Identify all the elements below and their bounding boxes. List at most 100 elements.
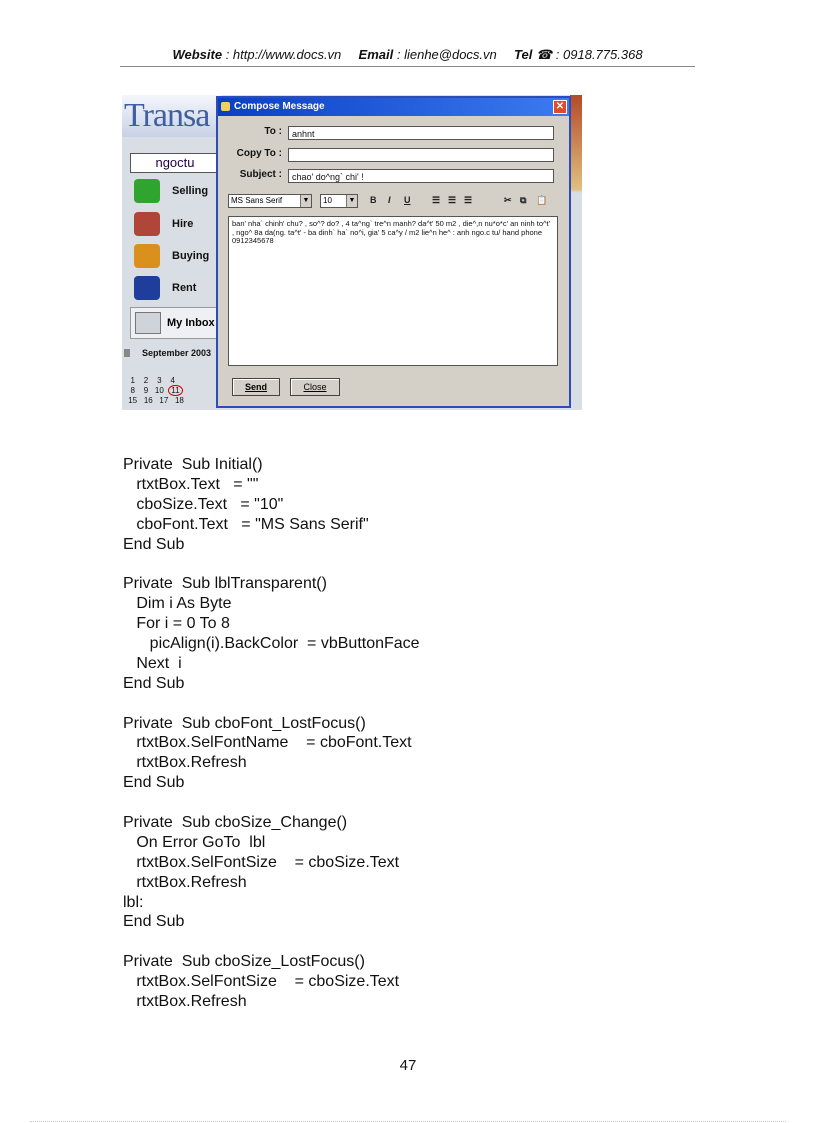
cut-icon[interactable]: ✂ [504, 195, 512, 206]
banner-text: Transa [124, 97, 210, 134]
website-label: Website [172, 47, 223, 62]
calendar-day-today[interactable]: 11 [168, 385, 183, 396]
paste-icon[interactable]: 📋 [536, 195, 547, 206]
calendar-day[interactable]: 15 [128, 396, 137, 405]
phone-icon: ☎ [535, 47, 553, 62]
subject-field[interactable]: chao' do^ng` chi' ! [288, 169, 554, 183]
format-toolbar: MS Sans Serif ▼ 10 ▼ B I U ☰ ☰ ☰ ✂ ⧉ 📋 [228, 194, 558, 210]
copy-to-label: Copy To : [236, 148, 282, 159]
send-button[interactable]: Send [232, 378, 280, 396]
footer-divider [30, 1121, 786, 1122]
code-line: Next i [123, 654, 182, 672]
nav-selling-label: Selling [172, 185, 209, 197]
tel-label: Tel [514, 47, 533, 62]
app-screenshot: Transa ngoctu Selling Hire Buying Rent M… [122, 95, 582, 410]
tel-value: : 0918.775.368 [555, 47, 643, 62]
code-line: Private Sub cboSize_LostFocus() [123, 953, 365, 971]
to-field[interactable]: anhnt [288, 126, 554, 140]
people-icon [134, 244, 160, 268]
compose-dialog: Compose Message ✕ To : anhnt Copy To : S… [216, 96, 571, 408]
calendar-day[interactable]: 1 [130, 376, 134, 385]
app-background-edge [570, 95, 582, 410]
align-right-icon[interactable]: ☰ [464, 195, 472, 206]
code-line: Private Sub Initial() [123, 456, 263, 473]
code-line: End Sub [123, 774, 185, 792]
calendar-day[interactable]: 10 [155, 386, 164, 395]
close-button[interactable]: Close [290, 378, 340, 396]
book-icon [134, 276, 160, 300]
code-line: On Error GoTo lbl [123, 833, 266, 851]
code-line: rtxtBox.Text = "" [123, 475, 259, 493]
website-value: : http://www.docs.vn [225, 47, 342, 62]
bold-button[interactable]: B [370, 195, 377, 205]
code-listing: Private Sub Initial() rtxtBox.Text = "" … [123, 455, 683, 1012]
code-line: cboSize.Text = "10" [123, 495, 284, 513]
calendar-day[interactable]: 2 [144, 376, 148, 385]
nav-hire[interactable]: Hire [132, 210, 220, 240]
page-header: Website : http://www.docs.vn Email : lie… [120, 46, 695, 67]
calendar-day[interactable]: 17 [159, 396, 168, 405]
calendar-day[interactable]: 4 [170, 376, 174, 385]
message-body[interactable]: ban' nha` chinh' chu? , so^? do? , 4 ta^… [228, 216, 558, 366]
inbox-icon [135, 312, 161, 334]
nav-rent[interactable]: Rent [132, 274, 220, 304]
size-select[interactable]: 10 ▼ [320, 194, 358, 208]
email-value: : lienhe@docs.vn [396, 47, 497, 62]
code-line: rtxtBox.SelFontSize = cboSize.Text [123, 973, 400, 991]
code-line: rtxtBox.Refresh [123, 993, 247, 1011]
align-left-icon[interactable]: ☰ [432, 195, 440, 206]
underline-button[interactable]: U [404, 195, 411, 205]
code-line: picAlign(i).BackColor = vbButtonFace [123, 635, 420, 653]
code-line: rtxtBox.SelFontName = cboFont.Text [123, 734, 412, 752]
font-select-value: MS Sans Serif [231, 196, 283, 205]
close-icon[interactable]: ✕ [553, 100, 567, 114]
code-line: cboFont.Text = "MS Sans Serif" [123, 515, 369, 533]
user-name-box: ngoctu [130, 153, 220, 173]
page-number: 47 [399, 1057, 417, 1074]
calendar-month-label: September 2003 [142, 348, 212, 358]
calendar-day[interactable]: 3 [157, 376, 161, 385]
to-label: To : [264, 126, 282, 137]
code-line: rtxtBox.Refresh [123, 754, 247, 772]
code-line: rtxtBox.Refresh [123, 873, 247, 891]
nav-rent-label: Rent [172, 282, 197, 294]
code-line: Dim i As Byte [123, 595, 232, 613]
app-banner: Transa [122, 95, 222, 137]
code-line: For i = 0 To 8 [123, 615, 230, 633]
subject-label: Subject : [239, 169, 282, 180]
calendar-day[interactable]: 9 [144, 386, 148, 395]
copy-icon[interactable]: ⧉ [520, 195, 526, 206]
code-line: Private Sub cboSize_Change() [123, 814, 348, 832]
nav-buying[interactable]: Buying [132, 242, 220, 272]
align-center-icon[interactable]: ☰ [448, 195, 456, 206]
dialog-titlebar[interactable]: Compose Message ✕ [218, 98, 569, 116]
calendar-month: September 2003 [124, 347, 220, 361]
font-select[interactable]: MS Sans Serif ▼ [228, 194, 312, 208]
code-line: Private Sub cboFont_LostFocus() [123, 714, 366, 732]
chevron-down-icon[interactable]: ▼ [346, 195, 357, 207]
nav-hire-label: Hire [172, 218, 194, 230]
dialog-title: Compose Message [234, 101, 325, 112]
calendar-day[interactable]: 8 [130, 386, 134, 395]
calendar-day[interactable]: 18 [175, 396, 184, 405]
app-icon [221, 102, 230, 111]
chevron-down-icon[interactable]: ▼ [300, 195, 311, 207]
nav-buying-label: Buying [172, 250, 210, 262]
calendar-day[interactable]: 16 [144, 396, 153, 405]
code-line: End Sub [123, 535, 185, 553]
size-select-value: 10 [323, 196, 332, 205]
copy-to-field[interactable] [288, 148, 554, 162]
code-line: Private Sub lblTransparent() [123, 575, 327, 593]
code-line: End Sub [123, 913, 185, 931]
inbox-label: My Inbox [167, 317, 215, 329]
nav-selling[interactable]: Selling [132, 177, 220, 207]
house-icon [134, 212, 160, 236]
email-label: Email [358, 47, 394, 62]
code-line: End Sub [123, 674, 185, 692]
nav-my-inbox[interactable]: My Inbox [130, 307, 224, 339]
italic-button[interactable]: I [388, 195, 391, 205]
code-line: lbl: [123, 893, 144, 911]
